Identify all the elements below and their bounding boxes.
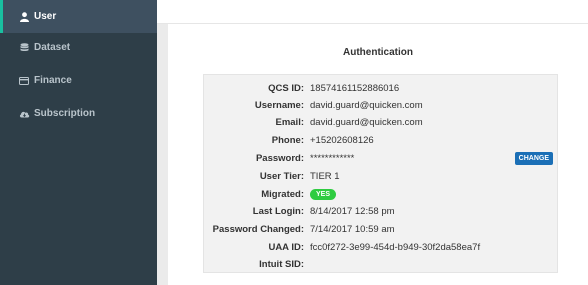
field-value: TIER 1 xyxy=(310,170,340,182)
divider xyxy=(157,24,168,285)
field-label: QCS ID: xyxy=(268,82,304,94)
field-row-username: Username: david.guard@quicken.com xyxy=(204,96,559,114)
field-value: 18574161152886016 xyxy=(310,82,400,94)
authentication-card: Authentication QCS ID: 18574161152886016… xyxy=(168,24,588,285)
field-value: david.guard@quicken.com xyxy=(310,116,423,128)
field-row-user-tier: User Tier: TIER 1 xyxy=(204,167,559,185)
status-badge: YES xyxy=(310,188,337,200)
field-label: Username: xyxy=(254,99,304,111)
credit-card-icon xyxy=(17,75,31,87)
field-label: Migrated: xyxy=(261,188,304,200)
field-label: Password: xyxy=(255,152,304,164)
cloud-download-icon xyxy=(17,108,31,120)
change-password-button[interactable]: CHANGE xyxy=(514,152,553,165)
field-value: 8/14/2017 12:58 pm xyxy=(310,205,395,217)
sidebar-item-label: Subscription xyxy=(34,108,96,119)
field-row-last-login: Last Login: 8/14/2017 12:58 pm xyxy=(204,202,559,220)
user-info-table: QCS ID: 18574161152886016 Username: davi… xyxy=(203,74,558,273)
field-label: UAA ID: xyxy=(268,241,304,253)
field-row-email: Email: david.guard@quicken.com xyxy=(204,113,559,131)
sidebar-item-label: User xyxy=(34,11,57,22)
field-row-intuit-sid: Intuit SID: xyxy=(204,255,559,273)
field-row-phone: Phone: +15202608126 xyxy=(204,131,559,149)
field-row-qcs-id: QCS ID: 18574161152886016 xyxy=(204,79,559,97)
field-row-password-changed: Password Changed: 7/14/2017 10:59 am xyxy=(204,220,559,238)
card-title: Authentication xyxy=(343,47,413,58)
field-value: david.guard@quicken.com xyxy=(310,99,423,111)
top-bar xyxy=(157,0,588,23)
field-row-migrated: Migrated: YES xyxy=(204,185,559,203)
field-row-password: Password: ************ CHANGE xyxy=(204,149,559,167)
sidebar-item-label: Finance xyxy=(34,75,72,86)
sidebar-item-dataset[interactable]: Dataset xyxy=(0,31,157,64)
sidebar-item-label: Dataset xyxy=(34,42,71,53)
field-label: Last Login: xyxy=(252,205,304,217)
field-value: fcc0f272-3e99-454d-b949-30f2da58ea7f xyxy=(310,241,481,253)
sidebar-item-finance[interactable]: Finance xyxy=(0,64,157,97)
field-label: Email: xyxy=(275,116,304,128)
field-label: User Tier: xyxy=(259,170,304,182)
database-icon xyxy=(17,42,31,54)
field-label: Password Changed: xyxy=(212,223,304,235)
field-label: Phone: xyxy=(271,134,304,146)
sidebar: User Dataset Finance Subscription xyxy=(0,0,157,285)
user-icon xyxy=(17,11,31,23)
field-value: 7/14/2017 10:59 am xyxy=(310,223,395,235)
field-value: +15202608126 xyxy=(310,134,374,146)
sidebar-item-subscription[interactable]: Subscription xyxy=(0,97,157,130)
field-label: Intuit SID: xyxy=(259,258,304,270)
field-value: ************ xyxy=(310,152,355,164)
field-row-uaa-id: UAA ID: fcc0f272-3e99-454d-b949-30f2da58… xyxy=(204,238,559,256)
sidebar-item-user[interactable]: User xyxy=(0,0,157,33)
